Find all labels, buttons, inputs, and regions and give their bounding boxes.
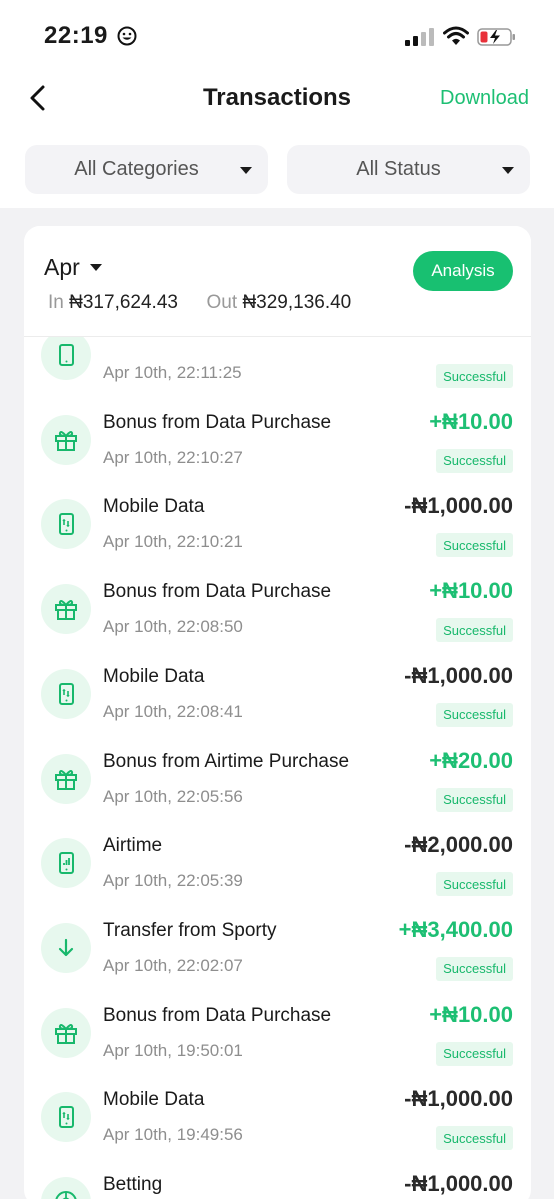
transaction-amount: +₦3,400.00 xyxy=(398,916,513,942)
transaction-date: Apr 10th, 22:02:07 xyxy=(103,955,243,975)
status-bar: 22:19 xyxy=(0,22,554,52)
out-amount: ₦329,136.40 xyxy=(242,292,352,313)
transaction-amount: -₦1,000.00 xyxy=(404,1086,513,1112)
gift-icon xyxy=(41,414,91,465)
transaction-date: Apr 10th, 22:08:41 xyxy=(103,701,243,721)
status-filter-label: All Status xyxy=(356,158,441,180)
smiley-icon xyxy=(117,26,137,46)
transactions-card: Apr In ₦317,624.43 Out ₦329,136.40 Analy… xyxy=(24,226,531,1199)
transaction-title: Bonus from Data Purchase xyxy=(103,411,332,433)
status-filter[interactable]: All Status xyxy=(287,145,530,194)
gift-icon xyxy=(41,753,91,804)
status-badge: Successful xyxy=(436,618,513,643)
transaction-title: Bonus from Data Purchase xyxy=(103,581,332,603)
mobile-data-icon xyxy=(41,1092,91,1143)
wifi-icon xyxy=(443,26,469,45)
transaction-date: Apr 10th, 22:05:39 xyxy=(103,871,243,891)
arrow-down-icon xyxy=(41,922,91,973)
in-amount: ₦317,624.43 xyxy=(69,292,178,313)
status-badge: Successful xyxy=(436,533,513,558)
in-out-totals: In ₦317,624.43 Out ₦329,136.40 xyxy=(48,292,351,314)
in-label: In xyxy=(48,292,64,313)
caret-down-icon xyxy=(502,167,514,174)
phone-icon xyxy=(41,330,91,380)
month-selector[interactable]: Apr xyxy=(44,254,102,281)
battery-icon xyxy=(477,28,515,46)
transaction-amount: -₦1,000.00 xyxy=(404,1171,513,1196)
transaction-title: Mobile Data xyxy=(103,1089,205,1111)
category-filter[interactable]: All Categories xyxy=(25,145,268,194)
status-badge: Successful xyxy=(436,956,513,981)
betting-icon xyxy=(41,1177,91,1199)
download-button[interactable]: Download xyxy=(440,87,529,110)
transaction-amount: +₦20.00 xyxy=(429,747,513,773)
transaction-row[interactable]: Airtime Apr 10th, 22:05:39 -₦2,000.00 Succe… xyxy=(24,821,531,905)
status-time: 22:19 xyxy=(44,22,108,49)
status-badge: Successful xyxy=(436,448,513,473)
caret-down-icon xyxy=(240,167,252,174)
gift-icon xyxy=(41,1007,91,1058)
transaction-row[interactable]: Bonus from Airtime Purchase Apr 10th, 22:… xyxy=(24,737,531,821)
transaction-amount: +₦10.00 xyxy=(429,1001,513,1027)
category-filter-label: All Categories xyxy=(74,158,199,180)
transaction-row[interactable]: Mobile Data Apr 10th, 19:49:56 -₦1,000.00 S… xyxy=(24,1075,531,1159)
transaction-amount: -₦2,000.00 xyxy=(404,832,513,858)
out-label: Out xyxy=(206,292,238,313)
gift-icon xyxy=(41,584,91,635)
transaction-amount: +₦10.00 xyxy=(429,578,513,604)
transaction-amount: +₦10.00 xyxy=(429,408,513,434)
transaction-title: Airtime xyxy=(103,835,163,857)
mobile-data-icon xyxy=(41,499,91,550)
transaction-title: Bonus from Data Purchase xyxy=(103,1004,332,1026)
transaction-amount: -₦1,000.00 xyxy=(404,662,513,688)
status-badge: Successful xyxy=(436,702,513,727)
transaction-row[interactable]: Bonus from Data Purchase Apr 10th, 19:50:… xyxy=(24,991,531,1075)
transaction-date: Apr 10th, 19:50:01 xyxy=(103,1040,243,1060)
transaction-title: Bonus from Airtime Purchase xyxy=(103,750,350,772)
airtime-icon xyxy=(41,838,91,889)
transaction-title: Transfer from Sporty xyxy=(103,919,277,941)
transaction-date: Apr 10th, 22:10:21 xyxy=(103,532,243,552)
transaction-title: Mobile Data xyxy=(103,665,205,687)
transaction-date: Apr 10th, 22:08:50 xyxy=(103,617,243,637)
transaction-date: Apr 10th, 22:11:25 xyxy=(103,363,242,382)
transaction-row[interactable]: Bonus from Data Purchase Apr 10th, 22:08:… xyxy=(24,567,531,651)
transaction-title: Mobile Data xyxy=(103,496,205,518)
transaction-amount: -₦1,000.00 xyxy=(404,493,513,519)
analysis-button[interactable]: Analysis xyxy=(413,251,513,291)
transaction-date: Apr 10th, 22:10:27 xyxy=(103,447,243,467)
status-badge: Successful xyxy=(436,872,513,897)
status-badge: Successful xyxy=(436,787,513,812)
transaction-row[interactable]: Bonus from Data Purchase Apr 10th, 22:10:… xyxy=(24,398,531,482)
transaction-row[interactable]: Mobile Data Apr 10th, 22:08:41 -₦1,000.00 S… xyxy=(24,652,531,736)
transaction-title: Betting xyxy=(103,1174,163,1195)
caret-down-icon xyxy=(89,264,102,271)
transaction-row[interactable]: BettingApr 10th, 18:22:03-₦1,000.00Succe… xyxy=(24,1160,531,1199)
signal-icon xyxy=(405,28,434,46)
transaction-row[interactable]: Transfer from Sporty Apr 10th, 22:02:07 +₦… xyxy=(24,906,531,990)
transaction-row[interactable]: Mobile Data Apr 10th, 22:10:21 -₦1,000.00 S… xyxy=(24,482,531,566)
transaction-date: Apr 10th, 19:49:56 xyxy=(103,1125,243,1145)
month-label: Apr xyxy=(44,254,80,280)
month-summary: Apr In ₦317,624.43 Out ₦329,136.40 Analy… xyxy=(24,226,531,337)
status-badge: Successful xyxy=(436,364,513,388)
transaction-date: Apr 10th, 22:05:56 xyxy=(103,786,243,806)
status-badge: Successful xyxy=(436,1126,513,1151)
mobile-data-icon xyxy=(41,668,91,719)
status-badge: Successful xyxy=(436,1041,513,1066)
